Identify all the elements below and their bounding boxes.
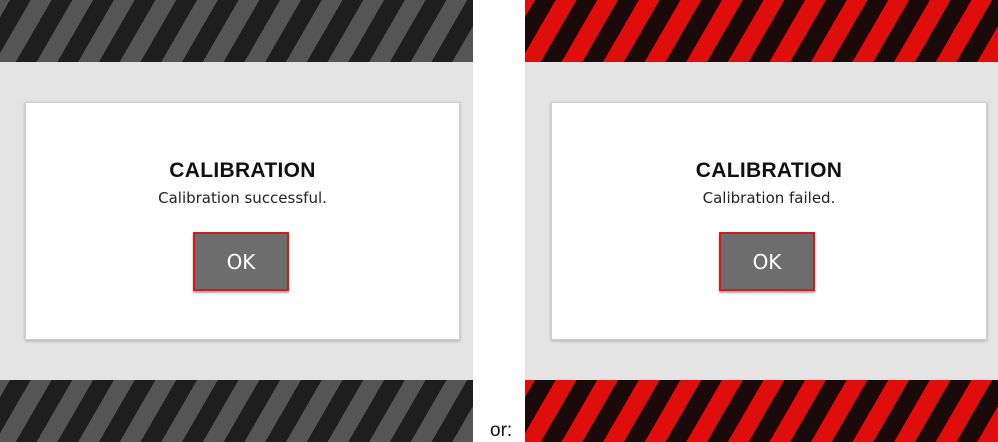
calibration-dialog: CALIBRATION Calibration failed. OK [551,102,987,340]
ok-button[interactable]: OK [193,232,289,291]
dialog-message: Calibration successful. [158,189,327,207]
dialog-title: CALIBRATION [169,159,316,182]
ok-button[interactable]: OK [719,232,815,291]
failure-screen: CALIBRATION Calibration failed. OK [525,0,998,442]
success-screen: CALIBRATION Calibration successful. OK [0,0,473,442]
dialog-message: Calibration failed. [702,189,836,207]
separator-text: or: [490,420,513,441]
calibration-dialog: CALIBRATION Calibration successful. OK [25,102,460,340]
calibration-dialogs-comparison: CALIBRATION Calibration successful. OK o… [0,0,998,442]
bottom-hazard-stripes [0,380,473,442]
dialog-title: CALIBRATION [695,159,843,182]
top-hazard-stripes [525,0,998,62]
top-hazard-stripes [0,0,473,62]
bottom-hazard-stripes [525,380,998,442]
